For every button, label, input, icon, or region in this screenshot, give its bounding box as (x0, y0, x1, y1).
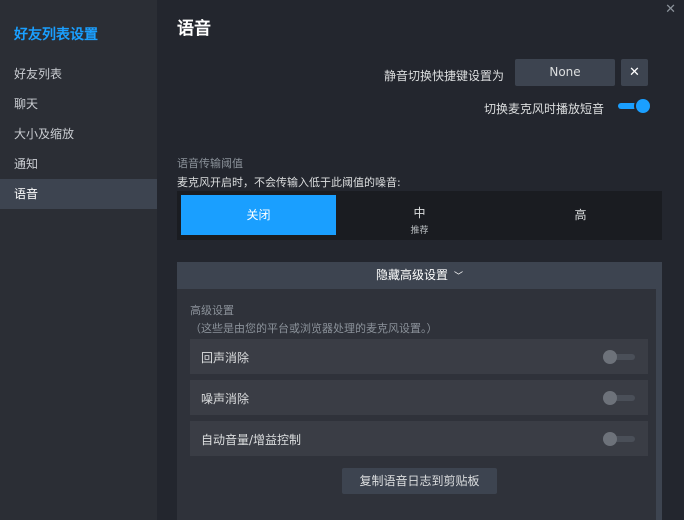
mute-hotkey-button[interactable]: None (515, 59, 615, 86)
threshold-option-off[interactable]: 关闭 (181, 195, 336, 235)
threshold-option-high[interactable]: 高 (503, 195, 658, 235)
mute-hotkey-label: 静音切换快捷键设置为 (383, 69, 504, 83)
threshold-title: 语音传输阈值 (177, 157, 243, 170)
threshold-option-medium[interactable]: 中 推荐 (342, 195, 497, 236)
threshold-option-sublabel: 推荐 (410, 226, 429, 236)
mic-toggle-sound-switch[interactable] (618, 99, 650, 113)
switch-knob (636, 99, 650, 113)
echo-cancellation-row: 回声消除 (190, 339, 648, 374)
scrollbar[interactable] (656, 289, 662, 520)
auto-gain-switch[interactable] (603, 432, 635, 446)
threshold-option-label: 高 (574, 208, 587, 222)
echo-cancellation-switch[interactable] (603, 350, 635, 364)
hide-advanced-label: 隐藏高级设置 (375, 268, 448, 282)
sidebar-item-voice[interactable]: 语音 (0, 179, 157, 209)
threshold-option-label: 关闭 (246, 208, 271, 222)
noise-suppression-switch[interactable] (603, 391, 635, 405)
noise-suppression-row: 噪声消除 (190, 380, 648, 415)
threshold-option-label: 中 (413, 206, 426, 220)
advanced-description: （这些是由您的平台或浏览器处理的麦克风设置。） (190, 322, 438, 335)
sidebar-item-friends-list[interactable]: 好友列表 (0, 59, 157, 89)
clear-hotkey-button[interactable]: ✕ (621, 59, 648, 86)
close-icon[interactable]: ✕ (665, 2, 676, 17)
noise-suppression-label: 噪声消除 (201, 392, 250, 406)
threshold-segmented-control: 关闭 中 推荐 高 (177, 191, 662, 240)
hotkey-section: 静音切换快捷键设置为 None ✕ 切换麦克风时播放短音 (177, 56, 661, 132)
sidebar-item-notifications[interactable]: 通知 (0, 149, 157, 179)
sidebar-title: 好友列表设置 (14, 27, 98, 43)
sidebar-item-chat[interactable]: 聊天 (0, 89, 157, 119)
main-panel: ✕ 语音 静音切换快捷键设置为 None ✕ 切换麦克风时播放短音 语音传输阈值… (157, 0, 684, 520)
echo-cancellation-label: 回声消除 (201, 351, 250, 365)
switch-knob (603, 432, 617, 446)
advanced-settings-panel: 高级设置 （这些是由您的平台或浏览器处理的麦克风设置。） 回声消除 噪声消除 自… (177, 289, 662, 520)
sidebar: 好友列表设置 好友列表 聊天 大小及缩放 通知 语音 (0, 0, 157, 520)
sidebar-item-size-scaling[interactable]: 大小及缩放 (0, 119, 157, 149)
hide-advanced-button[interactable]: 隐藏高级设置 ﹀ (177, 262, 662, 289)
close-icon: ✕ (629, 65, 640, 80)
copy-voice-log-button[interactable]: 复制语音日志到剪贴板 (342, 468, 497, 494)
auto-gain-label: 自动音量/增益控制 (201, 433, 302, 447)
advanced-title: 高级设置 (190, 304, 234, 317)
auto-gain-row: 自动音量/增益控制 (190, 421, 648, 456)
threshold-description: 麦克风开启时，不会传输入低于此阈值的噪音: (177, 176, 401, 189)
switch-knob (603, 350, 617, 364)
chevron-down-icon: ﹀ (454, 272, 464, 282)
mic-toggle-sound-label: 切换麦克风时播放短音 (483, 102, 604, 116)
page-title: 语音 (177, 19, 211, 39)
switch-knob (603, 391, 617, 405)
